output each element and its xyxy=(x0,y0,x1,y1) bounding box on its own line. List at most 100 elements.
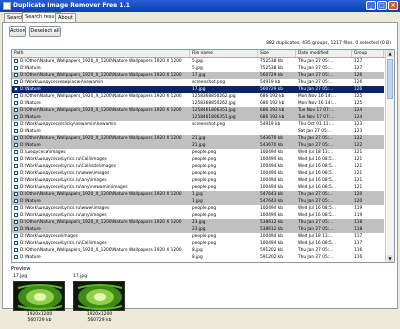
table-row[interactable]: D:\Other\Nature_Wallpapers_1920_X_1200\N… xyxy=(12,58,384,65)
column-date-modified[interactable]: Date modified xyxy=(296,50,352,57)
size-cell: 560729 kb xyxy=(260,73,283,78)
size-cell: 752538 kb xyxy=(260,59,283,64)
file-name-cell: 5.jpg xyxy=(192,59,203,64)
close-button[interactable]: × xyxy=(388,1,398,10)
table-row[interactable]: D:\Work\шедусеси\виріасин\newamin screens… xyxy=(12,79,384,86)
table-row[interactable]: D:\Other\Nature_Wallpapers_1920_X_1200\N… xyxy=(12,219,384,226)
table-row[interactable]: D:\Nature 21.jpg 543670 kb Thu Jan 27 05:..… xyxy=(12,142,384,149)
preview-image xyxy=(13,281,65,311)
row-checkbox[interactable] xyxy=(14,199,18,203)
row-checkbox[interactable] xyxy=(14,115,18,119)
table-row[interactable]: D:\Nature 8.jpg 591202 kb Thu Jan 27 05:...… xyxy=(12,254,384,261)
row-checkbox[interactable] xyxy=(14,213,18,217)
table-row[interactable]: D:\Work\шедусеси\Lyrics.ru\www\images peo… xyxy=(12,170,384,177)
row-checkbox[interactable] xyxy=(14,66,18,70)
date-cell: Thu Oct 01 11:... xyxy=(298,122,335,127)
row-checkbox[interactable] xyxy=(14,94,18,98)
table-row[interactable]: D:\Nature 17.jpg 560729 kb Thu Jan 27 05:..… xyxy=(12,86,384,93)
row-checkbox[interactable] xyxy=(14,234,18,238)
group-cell: 122 xyxy=(354,136,363,141)
row-checkbox[interactable] xyxy=(14,150,18,154)
group-cell: 124 xyxy=(354,115,363,120)
preview-thumbnail[interactable]: 17.jpg 1920x1200 560729 kb xyxy=(11,274,68,329)
row-checkbox[interactable] xyxy=(14,192,18,196)
results-grid: Path File name Size Date modified Group … xyxy=(11,49,395,263)
row-checkbox[interactable] xyxy=(14,185,18,189)
column-group[interactable]: Group xyxy=(352,50,384,57)
row-checkbox[interactable] xyxy=(14,80,18,84)
row-checkbox[interactable] xyxy=(14,143,18,147)
row-checkbox[interactable] xyxy=(14,171,18,175)
date-cell: Wed Jul 16 08:5... xyxy=(298,213,336,218)
row-checkbox[interactable] xyxy=(14,129,18,133)
group-cell: 117 xyxy=(354,241,363,246)
column-size[interactable]: Size xyxy=(258,50,296,57)
table-row[interactable]: D:\Other\Nature_Wallpapers_1920_X_1200\N… xyxy=(12,107,384,114)
table-row[interactable]: D:\Work\шедусеси\Lyrics.ru\any\images peo… xyxy=(12,177,384,184)
action-button[interactable]: Action xyxy=(9,26,26,37)
table-row[interactable]: D:\Nature 1258368850262.jpg 686 192 kb Mon … xyxy=(12,100,384,107)
table-row[interactable]: D:\Work\шедусеси\Lyrics.ru\any\images peo… xyxy=(12,212,384,219)
table-row[interactable]: D:\Work\шедусеси\Lyrics.ru\any\newamin\i… xyxy=(12,184,384,191)
column-file-name[interactable]: File name xyxy=(190,50,258,57)
row-checkbox[interactable] xyxy=(14,255,18,259)
scroll-up-icon[interactable]: ▲ xyxy=(387,50,393,57)
table-row[interactable]: D:\Nature 5.jpg 752538 kb Thu Jan 27 05:...… xyxy=(12,65,384,72)
scroll-down-icon[interactable]: ▼ xyxy=(387,255,393,262)
tab-about[interactable]: About xyxy=(55,13,76,22)
row-checkbox[interactable] xyxy=(14,87,18,91)
date-cell: Thu Jan 27 05:... xyxy=(298,59,334,64)
row-checkbox[interactable] xyxy=(14,101,18,105)
size-cell: 543670 kb xyxy=(260,143,283,148)
size-cell: 100494 kb xyxy=(260,150,283,155)
row-checkbox[interactable] xyxy=(14,59,18,63)
table-row[interactable]: D:\Other\Nature_Wallpapers_1920_X_1200\N… xyxy=(12,135,384,142)
table-row[interactable]: D:\Work\шедусеси\Lyrics.ru\Cali\images pe… xyxy=(12,156,384,163)
path-cell: D:\Work\шедусеси\Lyrics.ru\Cali\images xyxy=(20,157,107,162)
table-row[interactable]: D:\Work\шедусеси\Lyrics.ru\Cali\site\ima… xyxy=(12,163,384,170)
path-cell: D:\Work\шедусеси\Lyrics.ru\any\newamin\i… xyxy=(20,185,128,190)
row-checkbox[interactable] xyxy=(14,227,18,231)
row-checkbox[interactable] xyxy=(14,164,18,168)
table-row[interactable]: D:\Work\шедусеси\Lyrics.ru\www\images peo… xyxy=(12,205,384,212)
column-path[interactable]: Path xyxy=(12,50,190,57)
table-row[interactable]: D:\Other\Nature_Wallpapers_1920_X_1200\N… xyxy=(12,247,384,254)
row-checkbox[interactable] xyxy=(14,248,18,252)
table-row[interactable]: D:\Work\шедусеси\Lyrics.ru\Cali\images pe… xyxy=(12,240,384,247)
group-cell: 120 xyxy=(354,192,363,197)
row-checkbox[interactable] xyxy=(14,157,18,161)
table-row[interactable]: D:\Nature 23.jpg 538612 kb Thu Jan 27 05:..… xyxy=(12,226,384,233)
vertical-scrollbar[interactable]: ▲ ▼ xyxy=(385,50,394,262)
row-checkbox[interactable] xyxy=(14,136,18,140)
row-checkbox[interactable] xyxy=(14,122,18,126)
preview-thumbnail[interactable]: 17.jpg 1920x1200 560729 kb xyxy=(71,274,128,329)
table-row[interactable]: D:\Other\Nature_Wallpapers_1920_X_1200\N… xyxy=(12,72,384,79)
file-name-cell: people.png xyxy=(192,213,217,218)
minimize-button[interactable]: _ xyxy=(366,1,376,10)
table-row[interactable]: D:\Nature 1.jpg 547643 kb Thu Jan 27 05:...… xyxy=(12,198,384,205)
path-cell: D:\Nature xyxy=(20,66,41,71)
row-checkbox[interactable] xyxy=(14,108,18,112)
scroll-thumb[interactable] xyxy=(387,59,393,99)
table-row[interactable]: D:\шедусеси\images people.png 100494 kb Wed… xyxy=(12,149,384,156)
path-cell: D:\Other\Nature_Wallpapers_1920_X_1200\N… xyxy=(20,59,182,64)
row-checkbox[interactable] xyxy=(14,220,18,224)
path-cell: D:\Work\шедусеси\slicky\newamin\newamin xyxy=(20,122,117,127)
table-row[interactable]: D:\Nature 1258461806351.jpg 686 192 kb Tue … xyxy=(12,114,384,121)
row-checkbox[interactable] xyxy=(14,206,18,210)
table-row[interactable]: D:\Nature Sat Jan 27 05:... 123 xyxy=(12,128,384,135)
table-row[interactable]: D:\Work\шедусеси\images people.png 100494 … xyxy=(12,233,384,240)
row-checkbox[interactable] xyxy=(14,73,18,77)
group-cell: 119 xyxy=(354,213,363,218)
group-cell: 121 xyxy=(354,178,363,183)
table-row[interactable]: D:\Other\Nature_Wallpapers_1920_X_1200\N… xyxy=(12,93,384,100)
path-cell: D:\Work\шедусеси\Lyrics.ru\any\images xyxy=(20,213,107,218)
date-cell: Mon Nov 16 14:... xyxy=(298,94,337,99)
maximize-button[interactable]: □ xyxy=(377,1,387,10)
table-row[interactable]: D:\Other\Nature_Wallpapers_1920_X_1200\N… xyxy=(12,191,384,198)
table-row[interactable]: D:\Work\шедусеси\slicky\newamin\newamin s… xyxy=(12,121,384,128)
date-cell: Tue Nov 17 07:... xyxy=(298,108,335,113)
row-checkbox[interactable] xyxy=(14,241,18,245)
deselect-all-button[interactable]: Deselect all xyxy=(29,26,61,37)
row-checkbox[interactable] xyxy=(14,178,18,182)
